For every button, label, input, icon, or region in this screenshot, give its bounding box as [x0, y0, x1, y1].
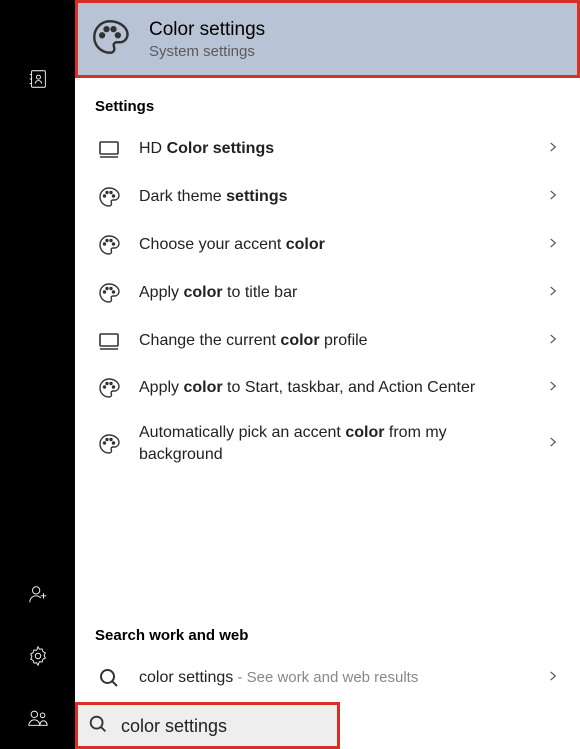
- result-label: Choose your accent color: [139, 234, 530, 256]
- settings-result-item[interactable]: Apply color to Start, taskbar, and Actio…: [75, 365, 580, 411]
- search-icon: [95, 666, 123, 690]
- best-match-text: Color settings System settings: [149, 19, 265, 60]
- palette-icon: [95, 233, 123, 257]
- palette-icon: [89, 16, 131, 62]
- result-label: Dark theme settings: [139, 186, 530, 208]
- monitor-icon: [95, 137, 123, 161]
- settings-result-item[interactable]: Change the current color profile: [75, 317, 580, 365]
- settings-sidebar-button[interactable]: [0, 625, 75, 687]
- palette-icon: [95, 185, 123, 209]
- monitor-icon: [95, 329, 123, 353]
- start-sidebar: [0, 0, 75, 749]
- settings-gear-icon: [27, 645, 49, 667]
- settings-result-item[interactable]: HD Color settings: [75, 125, 580, 173]
- search-input-text: color settings: [121, 716, 227, 737]
- best-match-title: Color settings: [149, 19, 265, 41]
- chevron-right-icon: [546, 284, 560, 302]
- people-icon: [27, 707, 49, 729]
- contacts-icon: [27, 68, 49, 90]
- search-input-bar[interactable]: color settings: [75, 702, 340, 749]
- chevron-right-icon: [546, 379, 560, 397]
- best-match-result[interactable]: Color settings System settings: [75, 0, 580, 78]
- chevron-right-icon: [546, 669, 560, 687]
- settings-section-header: Settings: [75, 78, 580, 125]
- palette-icon: [95, 432, 123, 456]
- result-label: HD Color settings: [139, 138, 530, 160]
- web-search-result[interactable]: color settings - See work and web result…: [75, 654, 580, 702]
- settings-result-item[interactable]: Apply color to title bar: [75, 269, 580, 317]
- result-label: Apply color to Start, taskbar, and Actio…: [139, 377, 530, 399]
- result-label: Apply color to title bar: [139, 282, 530, 304]
- chevron-right-icon: [546, 332, 560, 350]
- chevron-right-icon: [546, 236, 560, 254]
- web-result-text: color settings - See work and web result…: [139, 667, 530, 689]
- best-match-subtitle: System settings: [149, 43, 265, 60]
- result-label: Automatically pick an accent color from …: [139, 422, 530, 465]
- search-icon: [87, 713, 109, 739]
- chevron-right-icon: [546, 188, 560, 206]
- settings-result-item[interactable]: Dark theme settings: [75, 173, 580, 221]
- web-section-header: Search work and web: [75, 607, 580, 654]
- settings-result-item[interactable]: Automatically pick an accent color from …: [75, 411, 580, 476]
- settings-result-item[interactable]: Choose your accent color: [75, 221, 580, 269]
- search-results-panel: Color settings System settings Settings …: [75, 0, 580, 749]
- add-person-icon: [27, 583, 49, 605]
- palette-icon: [95, 376, 123, 400]
- result-label: Change the current color profile: [139, 330, 530, 352]
- palette-icon: [95, 281, 123, 305]
- contacts-sidebar-button[interactable]: [0, 48, 75, 110]
- chevron-right-icon: [546, 140, 560, 158]
- settings-results-list: HD Color settings Dark theme settings Choo…: [75, 125, 580, 607]
- add-person-sidebar-button[interactable]: [0, 563, 75, 625]
- chevron-right-icon: [546, 435, 560, 453]
- people-sidebar-button[interactable]: [0, 687, 75, 749]
